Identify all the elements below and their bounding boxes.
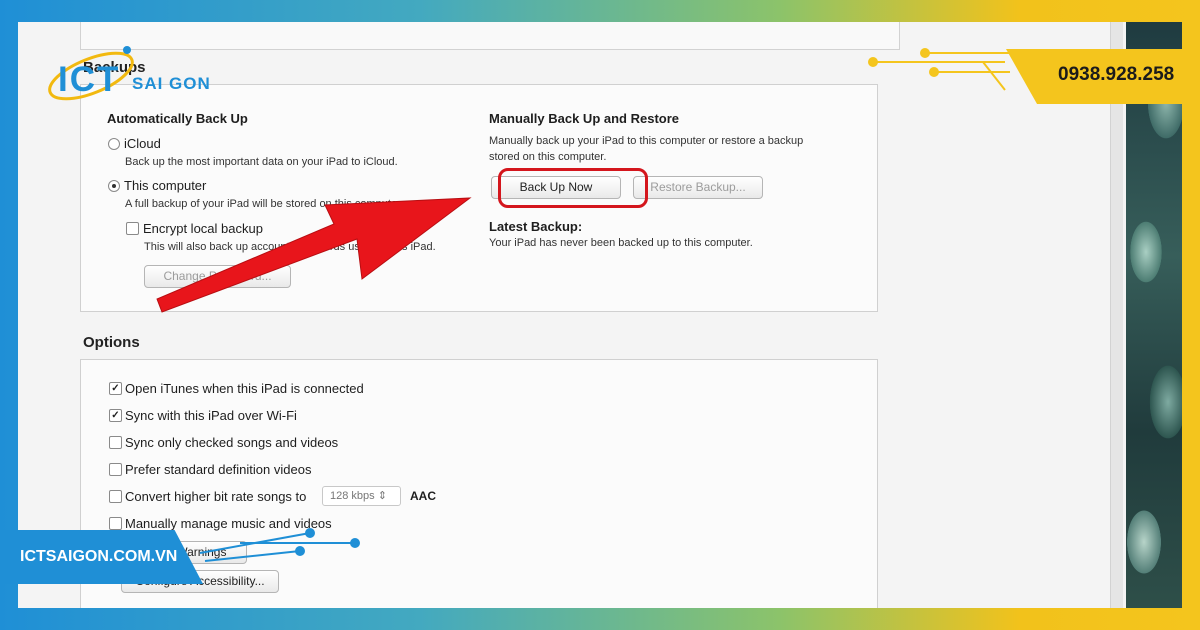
phone-number: 0938.928.258 [1058, 64, 1175, 85]
circuit-lines [199, 48, 1010, 562]
website-url: ICTSAIGON.COM.VN [20, 548, 178, 565]
